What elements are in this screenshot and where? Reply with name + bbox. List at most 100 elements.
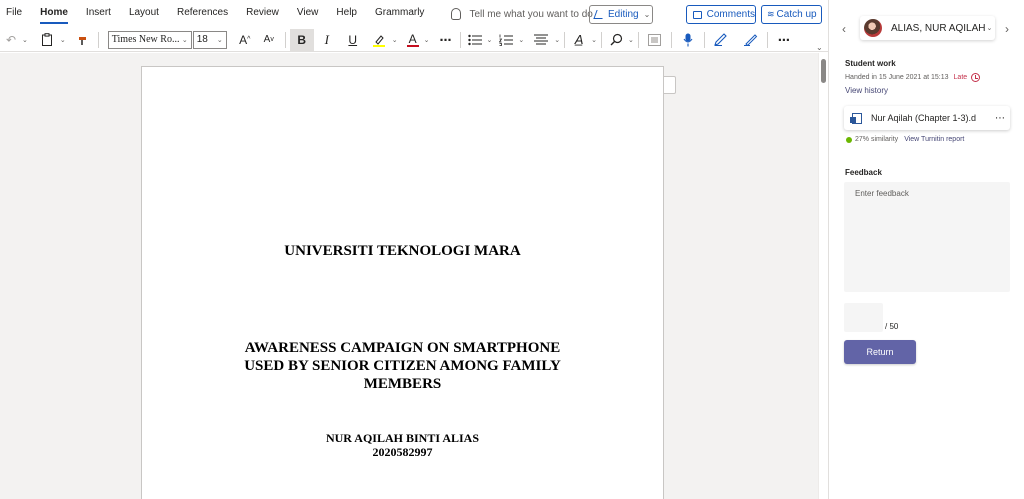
menu-layout[interactable]: Layout: [120, 0, 168, 28]
document-canvas[interactable]: UNIVERSITI TEKNOLOGI MARA AWARENESS CAMP…: [0, 53, 818, 499]
font-size-select[interactable]: 18 ⌄: [192, 30, 227, 49]
toolbar-divider: [97, 31, 99, 48]
late-badge: Late: [953, 74, 968, 81]
designer-icon[interactable]: [739, 29, 763, 51]
format-painter-icon[interactable]: [72, 29, 94, 51]
handed-in-text: Handed in 15 June 2021 at 15:13: [845, 74, 949, 81]
catch-up-button[interactable]: ≋ Catch up: [761, 5, 822, 24]
collapse-ribbon-chevron-icon[interactable]: ⌄: [816, 43, 823, 52]
scrollbar-thumb[interactable]: [821, 59, 826, 83]
similarity-status: 27% similarity View Turnitin report: [846, 136, 964, 143]
menu-references[interactable]: References: [168, 0, 237, 28]
word-document-icon: [850, 112, 862, 124]
clock-icon: [971, 73, 981, 82]
highlight-chevron-icon[interactable]: ⌄: [392, 36, 398, 44]
student-navigator: ‹ ALIAS, NUR AQILAH ⌄ ›: [829, 0, 1024, 52]
numbering-icon[interactable]: [496, 29, 516, 51]
tell-me-label: Tell me what you want to do: [469, 8, 593, 20]
next-student-icon[interactable]: ›: [1005, 22, 1009, 36]
font-name-select[interactable]: Times New Ro... ⌄: [107, 30, 192, 49]
handed-in-status: Handed in 15 June 2021 at 15:13 Late: [845, 73, 981, 82]
comment-icon: [693, 10, 702, 19]
student-selector[interactable]: ALIAS, NUR AQILAH ⌄: [860, 16, 995, 40]
doc-author: NUR AQILAH BINTI ALIAS 2020582997: [142, 431, 663, 459]
submitted-file-card[interactable]: Nur Aqilah (Chapter 1-3).d ⋯: [844, 106, 1010, 130]
toolbar-divider: [670, 31, 672, 48]
toolbar-divider: [703, 31, 705, 48]
menu-insert[interactable]: Insert: [77, 0, 120, 28]
numbering-chevron-icon[interactable]: ⌄: [518, 36, 524, 44]
view-history-link[interactable]: View history: [845, 86, 888, 95]
align-icon[interactable]: [530, 29, 552, 51]
bold-button[interactable]: B: [289, 28, 314, 51]
pencil-icon: [593, 10, 606, 19]
editing-label: Editing: [608, 9, 639, 20]
doc-student-name: NUR AQILAH BINTI ALIAS: [325, 431, 480, 445]
vertical-scrollbar[interactable]: [818, 53, 828, 499]
underline-button[interactable]: U: [340, 29, 366, 51]
more-options-icon[interactable]: ⋯: [772, 29, 796, 51]
word-editor: File Home Insert Layout References Revie…: [0, 0, 828, 499]
align-chevron-icon[interactable]: ⌄: [554, 36, 560, 44]
chevron-down-icon: ⌄: [643, 10, 651, 19]
styles-icon[interactable]: A̲: [569, 29, 589, 51]
chevron-down-icon: ⌄: [986, 25, 993, 32]
previous-student-icon[interactable]: ‹: [842, 22, 846, 36]
undo-chevron-icon[interactable]: ⌄: [22, 36, 28, 44]
find-icon[interactable]: [606, 29, 626, 51]
menu-review[interactable]: Review: [237, 0, 288, 28]
dictate-icon[interactable]: [676, 29, 700, 51]
similarity-text: 27% similarity: [855, 136, 899, 143]
grading-panel: ‹ ALIAS, NUR AQILAH ⌄ › Student work Han…: [828, 0, 1024, 499]
bullets-icon[interactable]: [465, 29, 485, 51]
font-color-icon[interactable]: A: [404, 29, 422, 51]
font-size-value: 18: [196, 34, 208, 45]
submitted-file-name: Nur Aqilah (Chapter 1-3).d: [871, 113, 977, 123]
bullets-chevron-icon[interactable]: ⌄: [487, 36, 493, 44]
doc-title: AWARENESS CAMPAIGN ON SMARTPHONE USED BY…: [142, 339, 663, 393]
highlight-icon[interactable]: [368, 29, 390, 51]
activity-icon: ≋: [767, 9, 774, 19]
clipboard-icon[interactable]: [36, 29, 58, 51]
document-page[interactable]: UNIVERSITI TEKNOLOGI MARA AWARENESS CAMP…: [141, 66, 664, 499]
lightbulb-icon: [451, 8, 462, 20]
home-toolbar: ↶ ⌄ ⌄ Times New Ro... ⌄ 18 ⌄ A ^ Av B I U…: [0, 28, 828, 52]
feedback-placeholder: Enter feedback: [855, 189, 909, 198]
doc-title-line: USED BY SENIOR CITIZEN AMONG FAMILY: [244, 358, 561, 374]
points-input[interactable]: [844, 303, 883, 332]
feedback-input[interactable]: Enter feedback: [844, 182, 1010, 292]
shrink-font-button[interactable]: Av: [257, 29, 281, 51]
page-view-icon[interactable]: [643, 29, 667, 51]
catch-up-label: Catch up: [776, 9, 817, 20]
editor-icon[interactable]: [709, 29, 733, 51]
tell-me-search[interactable]: Tell me what you want to do: [451, 8, 593, 20]
italic-button[interactable]: I: [314, 29, 340, 51]
menu-file[interactable]: File: [0, 0, 31, 28]
menu-help[interactable]: Help: [327, 0, 366, 28]
clipboard-chevron-icon[interactable]: ⌄: [60, 36, 66, 44]
chevron-down-icon: ⌄: [216, 36, 223, 44]
return-button[interactable]: Return: [844, 340, 916, 364]
doc-student-id: 2020582997: [372, 445, 433, 459]
undo-icon[interactable]: ↶: [2, 29, 20, 51]
student-name: ALIAS, NUR AQILAH: [891, 22, 986, 34]
more-font-options-icon[interactable]: ⋯: [436, 29, 456, 51]
editing-mode-button[interactable]: Editing ⌄: [589, 5, 653, 24]
view-turnitin-report-link[interactable]: View Turnitin report: [904, 136, 964, 143]
find-chevron-icon[interactable]: ⌄: [628, 36, 634, 44]
doc-university: UNIVERSITI TEKNOLOGI MARA: [284, 243, 521, 259]
points-max: / 50: [885, 322, 899, 331]
comments-button[interactable]: Comments: [686, 5, 756, 24]
styles-chevron-icon[interactable]: ⌄: [591, 36, 597, 44]
font-name-value: Times New Ro...: [111, 34, 180, 45]
menu-grammarly[interactable]: Grammarly: [366, 0, 433, 28]
font-color-chevron-icon[interactable]: ⌄: [424, 36, 430, 44]
menu-view[interactable]: View: [288, 0, 328, 28]
student-work-label: Student work: [845, 59, 896, 68]
grow-font-button[interactable]: A ^: [233, 29, 257, 51]
toolbar-divider: [601, 31, 602, 48]
file-more-options-icon[interactable]: ⋯: [995, 113, 1006, 124]
doc-title-line: MEMBERS: [363, 376, 442, 392]
menu-home[interactable]: Home: [31, 0, 77, 28]
page-marker: [664, 76, 676, 94]
